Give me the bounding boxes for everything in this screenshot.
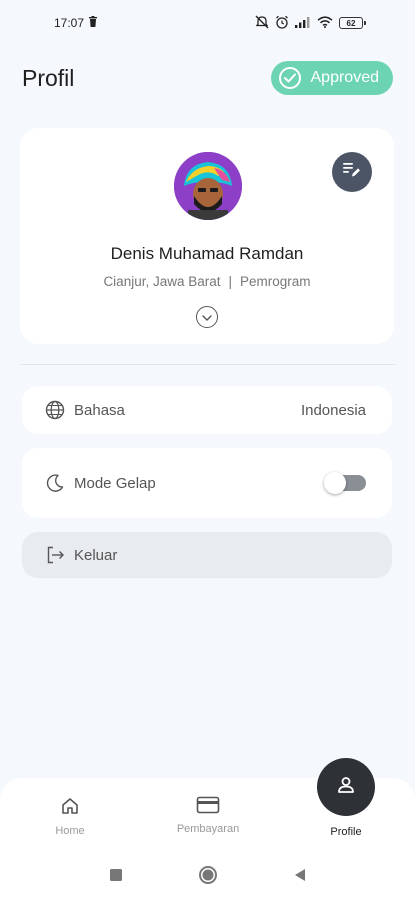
meta-separator: |: [228, 274, 233, 289]
status-left: 17:07: [54, 16, 98, 30]
home-icon: [60, 796, 80, 819]
nav-payment-label: Pembayaran: [176, 823, 240, 835]
profile-card: Denis Muhamad Ramdan Cianjur, Jawa Barat…: [20, 128, 394, 344]
divider: [20, 364, 395, 365]
status-bar: 17:07 62: [0, 0, 415, 46]
dark-mode-label: Mode Gelap: [74, 474, 156, 492]
page-title: Profil: [22, 64, 75, 91]
profile-fab[interactable]: [317, 758, 375, 816]
status-badge: Approved: [270, 61, 393, 95]
logout-label: Keluar: [74, 546, 118, 564]
edit-note-icon: [343, 162, 361, 183]
alarm-icon: [275, 15, 289, 32]
profile-name: Denis Muhamad Ramdan: [110, 244, 304, 263]
back-triangle-icon: [294, 869, 305, 881]
check-circle-icon: [278, 67, 301, 89]
person-icon: [336, 775, 356, 800]
header: Profil Approved: [22, 60, 393, 96]
chevron-down-icon: [202, 308, 212, 326]
edit-profile-button[interactable]: [332, 152, 372, 192]
profile-location: Cianjur, Jawa Barat: [103, 274, 221, 289]
back-button[interactable]: [294, 868, 306, 882]
battery-level: 62: [346, 18, 356, 28]
battery-icon: 62: [339, 17, 366, 29]
language-label: Bahasa: [74, 401, 125, 419]
nav-home[interactable]: Home: [20, 796, 120, 837]
nav-profile[interactable]: Profile: [296, 826, 396, 838]
logout-button[interactable]: Keluar: [22, 532, 392, 578]
language-value: Indonesia: [300, 401, 366, 419]
language-setting[interactable]: Bahasa Indonesia: [22, 386, 392, 434]
trash-icon: [88, 16, 98, 30]
nav-home-label: Home: [55, 825, 85, 837]
dark-mode-setting: Mode Gelap: [22, 448, 392, 518]
globe-icon: [44, 399, 66, 421]
status-badge-label: Approved: [310, 69, 380, 86]
profile-meta: Cianjur, Jawa Barat | Pemrogram: [20, 274, 394, 289]
square-icon: [109, 869, 122, 881]
logout-icon: [44, 544, 66, 566]
nav-payment[interactable]: Pembayaran: [158, 796, 258, 835]
wifi-icon: [317, 15, 333, 31]
mute-icon: [255, 15, 269, 32]
circle-icon: [198, 866, 217, 884]
moon-icon: [44, 472, 66, 494]
nav-profile-label: Profile: [330, 826, 362, 838]
signal-icon: [295, 16, 311, 31]
recents-button[interactable]: [109, 869, 122, 881]
dark-mode-toggle[interactable]: [324, 472, 366, 494]
status-time: 17:07: [54, 16, 85, 30]
status-right: 62: [255, 15, 366, 32]
profile-occupation: Pemrogram: [240, 274, 311, 289]
home-system-button[interactable]: [198, 865, 218, 885]
toggle-knob: [324, 472, 346, 494]
expand-profile-button[interactable]: [196, 306, 218, 328]
card-icon: [196, 796, 220, 817]
system-nav: [0, 850, 415, 900]
avatar: [174, 152, 242, 220]
